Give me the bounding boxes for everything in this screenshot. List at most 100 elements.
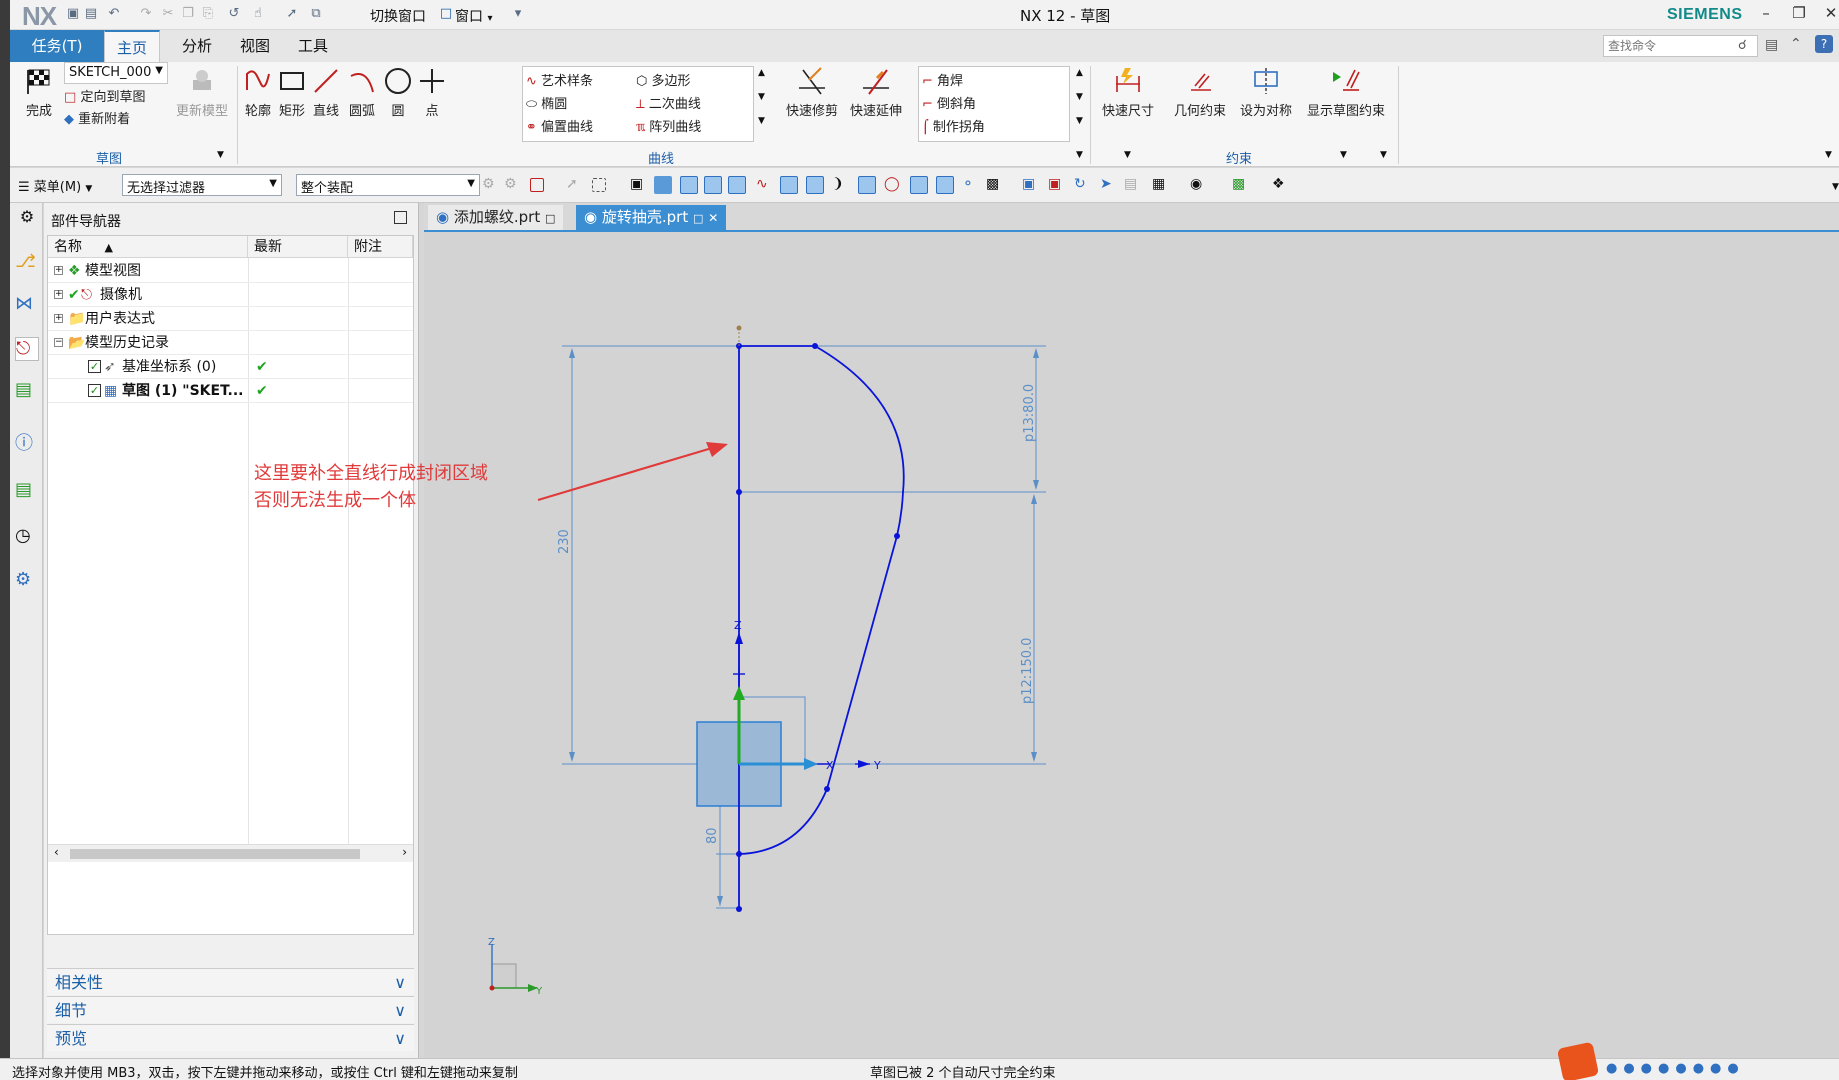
search-icon[interactable]: ☌ <box>1738 38 1747 53</box>
curve-group-more-icon[interactable]: ▼ <box>1076 150 1083 160</box>
tree-row-model-history[interactable]: − 📂 模型历史记录 <box>48 331 413 355</box>
dimension-text-bottom[interactable]: 80 <box>705 827 720 844</box>
show-constraints-dropdown-icon[interactable]: ▼ <box>1340 150 1347 160</box>
close-tab-icon[interactable]: ✕ <box>708 211 718 225</box>
column-header-notes[interactable]: 附注 <box>348 236 413 258</box>
selection-scope-select[interactable]: 整个装配 ▼ <box>296 174 480 196</box>
copy-icon[interactable]: ❐ <box>180 6 196 22</box>
finish-sketch-button[interactable]: 完成 <box>20 66 58 119</box>
conic-button[interactable]: ⟂ 二次曲线 <box>636 93 701 112</box>
scroll-right-icon[interactable]: › <box>402 845 407 859</box>
select-body-icon[interactable]: ▣ <box>630 176 648 194</box>
tab-tools[interactable]: 工具 <box>286 30 340 62</box>
clock-icon[interactable]: ◷ <box>15 525 39 549</box>
snap-control-point-icon[interactable] <box>728 176 746 194</box>
save-icon[interactable]: ▣ <box>65 6 81 22</box>
ime-tray-icons[interactable]: ●●●●●●●● <box>1606 1061 1745 1076</box>
part-navigator-icon[interactable]: ⎋ <box>15 337 39 361</box>
ribbon-option-icon[interactable]: ▤ <box>1765 37 1778 53</box>
visibility-checkbox[interactable]: ✓ <box>88 384 101 397</box>
sketch-vertex[interactable] <box>736 906 742 912</box>
rapid-dimension-dropdown-icon[interactable]: ▼ <box>1124 150 1131 160</box>
select-solid-icon[interactable] <box>654 176 672 194</box>
assembly-navigator-icon[interactable]: ⎇ <box>15 251 39 275</box>
snap-mid-point-icon[interactable] <box>704 176 722 194</box>
render-style-icon[interactable]: ◉ <box>1190 176 1208 194</box>
sketch-group-more-icon[interactable]: ▼ <box>217 150 224 160</box>
tree-row-datum-csys[interactable]: ✓ ➶ 基准坐标系 (0) ✔ <box>48 355 413 379</box>
ribbon-options-icon[interactable]: ▼ <box>1825 150 1832 160</box>
window-menu-button[interactable]: 窗口 ▾ <box>455 6 492 26</box>
color-icon[interactable]: ▩ <box>1232 176 1250 194</box>
tab-view[interactable]: 视图 <box>228 30 282 62</box>
snap-center-icon[interactable] <box>858 176 876 194</box>
expand-icon[interactable]: + <box>54 266 63 275</box>
filter-reset-icon[interactable]: ⚙ <box>482 176 500 194</box>
cut-icon[interactable]: ✂ <box>160 6 176 22</box>
rectangle-select-icon[interactable] <box>592 178 606 192</box>
doc-tab-thread[interactable]: ◉ 添加螺纹.prt □ <box>428 205 564 230</box>
view-layout-icon[interactable]: ▦ <box>1152 176 1170 194</box>
select-cursor-icon[interactable]: ➚ <box>566 176 584 194</box>
web-browser-icon[interactable]: ⓘ <box>15 429 39 454</box>
arc-button[interactable]: 圆弧 <box>340 66 384 119</box>
fillet-button[interactable]: ⌐ 角焊 <box>922 70 963 89</box>
show-sketch-constraints-button[interactable]: 显示草图约束 <box>1298 66 1394 119</box>
snap-end-point-icon[interactable] <box>680 176 698 194</box>
rapid-dimension-button[interactable]: 快速尺寸 <box>1096 66 1160 119</box>
snap-quadrant-icon[interactable]: ◯ <box>884 176 902 194</box>
settings-gear-icon[interactable]: ⚙ <box>15 207 39 231</box>
column-header-name[interactable]: 名称 ▲ <box>48 236 248 258</box>
close-icon[interactable]: ✕ <box>1820 4 1839 22</box>
reattach-button[interactable]: ◆ 重新附着 <box>64 108 130 127</box>
sketch-vertex[interactable] <box>812 343 818 349</box>
repeat-command-icon[interactable]: ↺ <box>226 6 242 22</box>
show-hide-icon[interactable]: ❖ <box>1272 176 1290 194</box>
snap-point-on-surface-icon[interactable]: ⚬ <box>962 176 980 194</box>
panel-details[interactable]: 细节 ∨ <box>47 996 414 1023</box>
geometric-constraints-button[interactable]: 几何约束 <box>1168 66 1232 119</box>
scrollbar-thumb[interactable] <box>70 849 360 859</box>
toolbar-options-icon[interactable]: ▼ <box>1832 182 1839 192</box>
snap-existing-point-icon[interactable] <box>910 176 928 194</box>
orient-to-sketch-button[interactable]: □ 定向到草图 <box>64 86 145 105</box>
polygon-button[interactable]: ⬡ 多边形 <box>636 70 691 89</box>
tree-row-model-views[interactable]: + ❖ 模型视图 <box>48 259 413 283</box>
doc-tab-revolve-shell[interactable]: ◉ 旋转抽壳.prt □ ✕ <box>576 205 727 230</box>
snap-bounded-grid-icon[interactable]: ▩ <box>986 176 1004 194</box>
dimension-text-total[interactable]: 230 <box>557 529 572 554</box>
expand-icon[interactable]: + <box>54 290 63 299</box>
orient-view-icon[interactable]: ▤ <box>1124 176 1142 194</box>
minimize-icon[interactable]: – <box>1755 4 1777 22</box>
scroll-left-icon[interactable]: ‹ <box>54 845 59 859</box>
touch-mode-icon[interactable]: ☝ <box>250 6 266 22</box>
constraint-navigator-icon[interactable]: ⋈ <box>15 293 39 317</box>
panel-dependencies[interactable]: 相关性 ∨ <box>47 968 414 995</box>
edit-gallery-up-icon[interactable]: ▲ <box>1076 68 1083 78</box>
select-box-icon[interactable] <box>530 178 544 192</box>
rotate-icon[interactable]: ↻ <box>1074 176 1092 194</box>
sketch-vertex[interactable] <box>824 786 830 792</box>
sketch-slanted-line[interactable] <box>826 535 898 790</box>
tab-analysis[interactable]: 分析 <box>170 30 224 62</box>
tab-home[interactable]: 主页 <box>104 30 161 62</box>
roles-icon[interactable]: ⚙ <box>15 569 39 593</box>
ellipse-button[interactable]: ⬭ 椭圆 <box>526 93 567 112</box>
visibility-checkbox[interactable]: ✓ <box>88 360 101 373</box>
make-corner-button[interactable]: ⌠ 制作拐角 <box>922 116 985 135</box>
gallery-scroll-up-icon[interactable]: ▲ <box>758 68 765 78</box>
horizontal-scrollbar[interactable]: ‹ › <box>48 844 413 862</box>
pan-icon[interactable]: ➤ <box>1100 176 1118 194</box>
type-filter-select[interactable]: 无选择过滤器 ▼ <box>122 174 282 196</box>
sketch-upper-arc[interactable] <box>814 345 905 537</box>
redo-icon[interactable]: ↷ <box>138 6 154 22</box>
zoom-fit-icon[interactable]: ▣ <box>1022 176 1040 194</box>
snap-point-on-curve-icon[interactable] <box>936 176 954 194</box>
selection-icon[interactable]: ➚ <box>284 6 300 22</box>
select-feature-icon[interactable]: ⚙ <box>504 176 522 194</box>
pattern-curve-button[interactable]: ℼ 阵列曲线 <box>636 116 701 135</box>
snap-tangent-icon[interactable] <box>806 176 824 194</box>
circle-button[interactable]: 圆 <box>380 66 416 119</box>
make-symmetric-button[interactable]: 设为对称 <box>1234 66 1298 119</box>
task-menu-button[interactable]: 任务(T) <box>10 30 104 62</box>
